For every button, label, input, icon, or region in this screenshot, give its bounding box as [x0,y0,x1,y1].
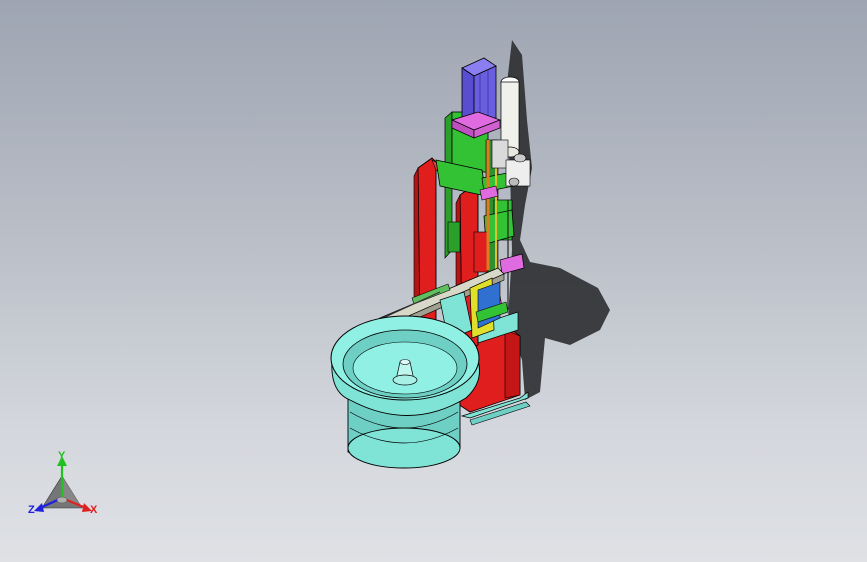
cad-model[interactable] [0,0,867,562]
triad-x-label: X [90,504,98,516]
pneumatic-cylinder[interactable] [450,57,502,139]
model-shadow [505,40,610,400]
triad-z-label: Z [28,504,35,516]
orientation-triad[interactable] [34,456,92,512]
graphics-viewport[interactable]: Y X Z [0,0,867,562]
vibratory-bowl[interactable] [330,315,480,469]
triad-y-label: Y [58,450,66,462]
